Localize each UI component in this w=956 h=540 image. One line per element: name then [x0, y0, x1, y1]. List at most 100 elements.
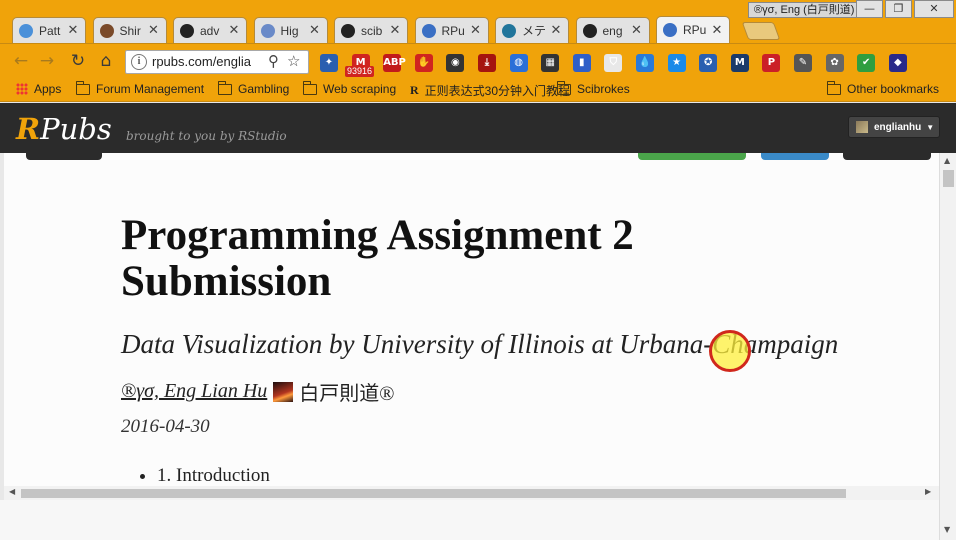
bookmark-other[interactable]: Other bookmarks: [826, 80, 939, 96]
close-window-button[interactable]: ✕: [914, 0, 954, 18]
close-tab-icon[interactable]: ✕: [470, 23, 482, 38]
adblock-icon[interactable]: ABP: [383, 54, 406, 72]
page-content: Programming Assignment 2 Submission Data…: [4, 153, 939, 486]
site-info-icon[interactable]: i: [131, 54, 147, 70]
browser-tab[interactable]: Hig ✕: [253, 17, 328, 43]
tab-label: RPu: [441, 23, 465, 38]
header-button-shadow[interactable]: [26, 153, 102, 160]
close-tab-icon[interactable]: ✕: [148, 23, 160, 38]
vertical-scroll-thumb[interactable]: [943, 170, 954, 187]
address-bar[interactable]: rpubs.com/englia: [125, 50, 309, 74]
tab-label: RPu: [683, 23, 707, 37]
reload-icon[interactable]: ↻: [67, 50, 89, 72]
mail-count-badge: 93916: [345, 66, 375, 77]
tool-icon[interactable]: ✎: [794, 54, 812, 72]
header-green-button[interactable]: [638, 153, 746, 160]
stop-hand-icon[interactable]: ✋: [414, 54, 433, 72]
horizontal-scroll-thumb[interactable]: [21, 489, 846, 498]
new-tab-button[interactable]: [741, 22, 781, 40]
apps-grid-icon: [16, 83, 28, 95]
cursor-click-indicator: [709, 330, 751, 372]
folder-icon: [75, 80, 90, 95]
header-blue-button[interactable]: [761, 153, 829, 160]
film-icon[interactable]: ▦: [541, 54, 560, 72]
pinterest-icon[interactable]: P: [762, 54, 781, 72]
wordpress-icon: [502, 23, 516, 38]
forward-icon[interactable]: →: [36, 50, 58, 72]
browser-tab[interactable]: RPu ✕: [414, 17, 489, 43]
badge-ext-icon[interactable]: ✪: [699, 54, 718, 72]
pdf-icon[interactable]: ⤓: [478, 54, 496, 72]
gear-ext-icon[interactable]: ✿: [825, 54, 844, 72]
bookmark-item[interactable]: Gambling: [217, 80, 290, 96]
chrome-ext-icon[interactable]: ◍: [509, 54, 528, 72]
tab-label: Shir: [119, 23, 141, 38]
rpubs-tagline: brought to you by RStudio: [126, 129, 287, 143]
avatar: [856, 121, 868, 133]
close-tab-icon[interactable]: ✕: [228, 23, 240, 38]
close-tab-icon[interactable]: ✕: [550, 23, 562, 38]
drop-icon[interactable]: 💧: [636, 54, 654, 72]
vertical-scrollbar[interactable]: ▲ ▼: [939, 153, 956, 540]
stats-icon[interactable]: ▮: [572, 54, 591, 72]
toc-item[interactable]: 1. Introduction: [157, 465, 270, 486]
more-ext-icon[interactable]: ◆: [888, 54, 907, 72]
browser-tab[interactable]: Shir ✕: [92, 17, 167, 43]
browser-tab[interactable]: eng ✕: [575, 17, 650, 43]
pin-icon[interactable]: ⚲: [268, 52, 279, 70]
bookmark-star-icon[interactable]: ☆: [287, 52, 300, 70]
header-dark-button[interactable]: [843, 153, 931, 160]
bookmark-item[interactable]: Forum Management: [75, 80, 204, 96]
logo-r: R: [16, 112, 41, 146]
scroll-up-icon[interactable]: ▲: [944, 156, 950, 165]
home-icon[interactable]: ⌂: [95, 50, 117, 72]
bookmark-item[interactable]: Scibrokes: [556, 80, 630, 96]
browser-tab[interactable]: メテ ✕: [495, 17, 569, 43]
rpubs-logo[interactable]: RPubs: [16, 112, 112, 146]
bookmark-label: Gambling: [238, 82, 290, 96]
bookmark-item[interactable]: Apps: [16, 82, 61, 96]
infinity-icon: [19, 23, 33, 38]
horizontal-scrollbar[interactable]: ◀ ▶: [4, 486, 939, 500]
back-icon[interactable]: ←: [10, 50, 32, 72]
bookmark-item[interactable]: Web scraping: [302, 80, 396, 96]
flag-icon[interactable]: ✦: [320, 54, 338, 72]
browser-tab[interactable]: Patt ✕: [12, 17, 86, 43]
bookmark-item[interactable]: R 正则表达式30分钟入门教程: [410, 82, 570, 99]
close-tab-icon[interactable]: ✕: [631, 23, 643, 38]
folder-icon: [556, 80, 571, 95]
close-tab-icon[interactable]: ✕: [309, 23, 321, 38]
github-icon: [180, 23, 194, 38]
tab-label: adv: [200, 23, 220, 38]
close-tab-icon[interactable]: ✕: [67, 23, 79, 38]
star-ext-icon[interactable]: ★: [667, 54, 686, 72]
restore-button[interactable]: ❐: [885, 0, 912, 18]
user-menu-button[interactable]: englianhu ▼: [848, 116, 940, 138]
browser-tab[interactable]: RPu ✕: [656, 16, 730, 43]
author-link[interactable]: ®γσ, Eng Lian Hu: [121, 380, 267, 403]
bookmark-label: Apps: [34, 82, 62, 96]
tab-label: Patt: [39, 23, 61, 38]
green-ext-icon[interactable]: ✔: [857, 54, 876, 72]
author-avatar: [273, 381, 294, 402]
mendeley-icon[interactable]: M: [730, 54, 749, 72]
profile-badge[interactable]: ®γσ, Eng (白戸則道): [748, 2, 861, 18]
close-tab-icon[interactable]: ✕: [389, 23, 401, 38]
window-bottom: [0, 500, 939, 540]
owl-icon[interactable]: ◉: [446, 54, 465, 72]
chart-icon: [260, 23, 275, 38]
scroll-down-icon[interactable]: ▼: [944, 525, 950, 534]
scroll-right-icon[interactable]: ▶: [925, 487, 931, 496]
browser-tab[interactable]: adv ✕: [173, 17, 247, 43]
folder-icon: [217, 80, 232, 95]
rpubs-icon: [421, 23, 436, 38]
scroll-left-icon[interactable]: ◀: [9, 487, 15, 496]
browser-tab[interactable]: scib ✕: [334, 17, 408, 43]
close-tab-icon[interactable]: ✕: [711, 23, 723, 38]
caret-down-icon: ▼: [926, 122, 935, 132]
author-kanji: 白戸則道®: [299, 383, 395, 405]
minimize-button[interactable]: —: [856, 0, 883, 18]
user-name: englianhu: [874, 121, 922, 133]
shield-icon[interactable]: ⛉: [604, 54, 623, 72]
bookmark-label: Scibrokes: [577, 82, 630, 96]
